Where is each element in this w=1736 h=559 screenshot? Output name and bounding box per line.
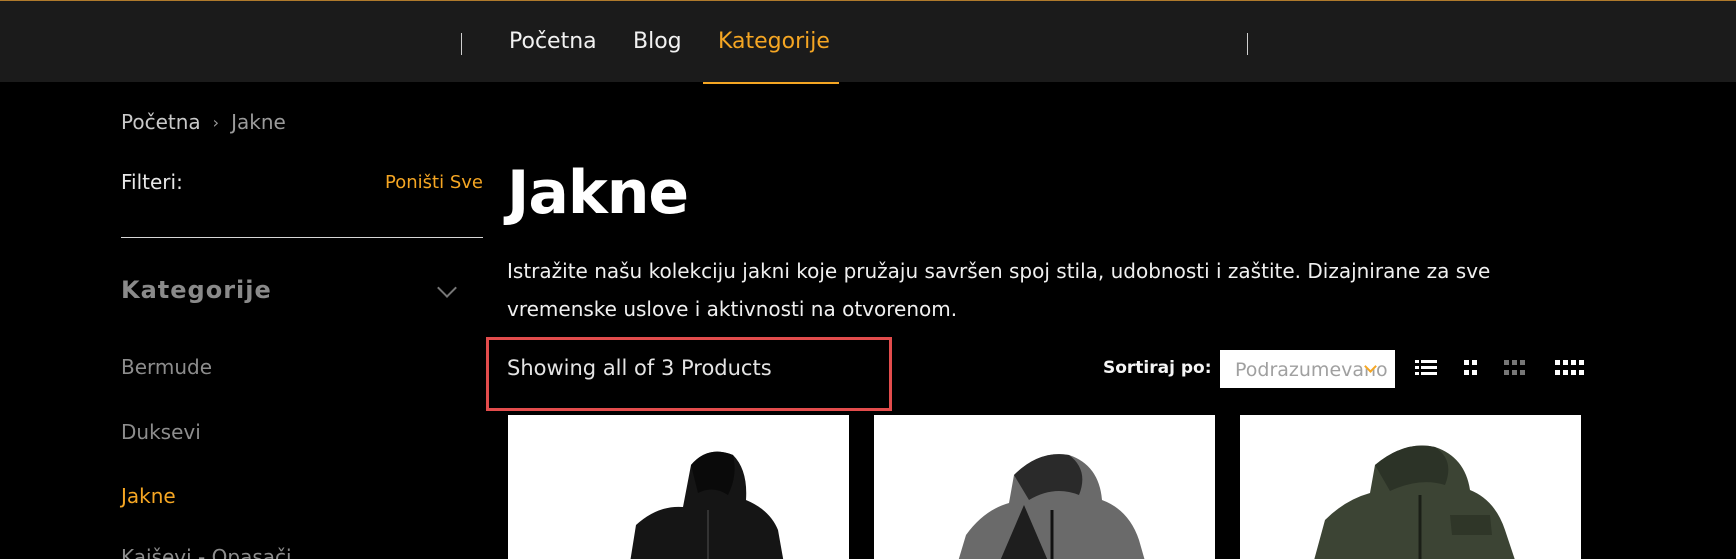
jacket-grey-black-icon [958, 454, 1145, 559]
page-title: Jakne [507, 158, 689, 228]
product-card[interactable] [1240, 415, 1581, 559]
product-card[interactable] [874, 415, 1215, 559]
sort-select[interactable]: Podrazumevano [1220, 350, 1395, 388]
product-card[interactable] [508, 415, 849, 559]
breadcrumb-current: Jakne [231, 110, 286, 134]
category-item-duksevi[interactable]: Duksevi [121, 420, 201, 444]
jacket-olive-icon [1314, 445, 1515, 559]
list-view-icon[interactable] [1415, 360, 1437, 376]
nav-item-categories[interactable]: Kategorije [718, 29, 830, 54]
sidebar-divider [121, 237, 483, 238]
nav-active-underline [703, 82, 839, 84]
category-description: Istražite našu kolekciju jakni koje pruž… [507, 259, 1491, 321]
category-item-jakne[interactable]: Jakne [121, 484, 176, 508]
category-filter-heading[interactable]: Kategorije [121, 276, 272, 304]
grid-4-icon[interactable] [1555, 360, 1584, 376]
nav-item-blog[interactable]: Blog [633, 29, 682, 54]
category-item-kaisevi[interactable]: Kaiševi - Opasači [121, 545, 292, 559]
chevron-down-icon[interactable] [437, 278, 457, 298]
breadcrumb-chevron-icon: › [212, 112, 220, 132]
nav-divider-right [1247, 33, 1248, 55]
filters-label: Filteri: [121, 170, 183, 194]
grid-2-icon[interactable] [1464, 360, 1477, 376]
product-count: Showing all of 3 Products [507, 356, 772, 380]
breadcrumb: Početna › Jakne [121, 110, 286, 134]
sort-label: Sortiraj po: [1103, 358, 1212, 378]
reset-filters-link[interactable]: Poništi Sve [385, 172, 483, 193]
top-navigation: Početna Blog Kategorije [0, 0, 1736, 84]
breadcrumb-home-link[interactable]: Početna [121, 110, 201, 134]
nav-divider-left [461, 33, 462, 55]
grid-3-icon[interactable] [1504, 360, 1525, 376]
category-item-bermude[interactable]: Bermude [121, 355, 212, 379]
nav-item-home[interactable]: Početna [509, 29, 597, 54]
jacket-black-icon [630, 451, 784, 559]
sort-select-value: Podrazumevano [1235, 359, 1388, 381]
